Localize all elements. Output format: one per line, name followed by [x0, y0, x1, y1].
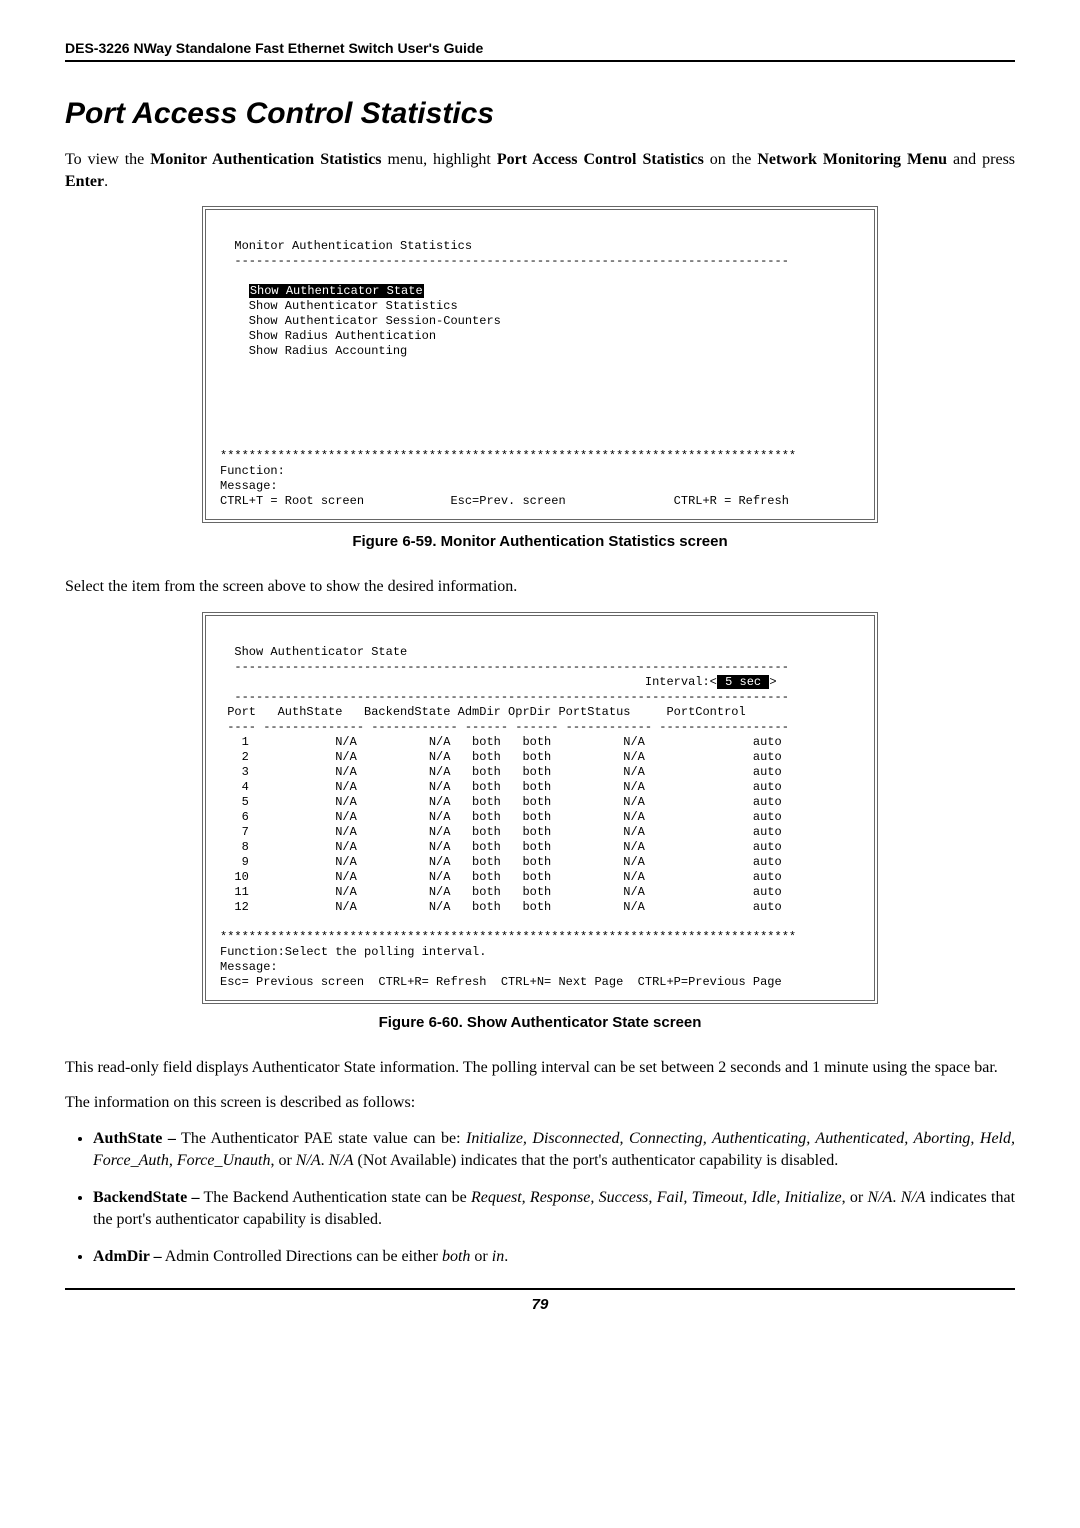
- intro-bold-1: Monitor Authentication Statistics: [150, 151, 381, 168]
- figure-caption-2: Figure 6-60. Show Authenticator State sc…: [65, 1014, 1015, 1031]
- term2-interval: Interval:<: [220, 675, 717, 689]
- term2-row: 2 N/A N/A both both N/A auto: [220, 750, 782, 764]
- term1-title: Monitor Authentication Statistics: [234, 239, 472, 253]
- term1-option: Show Radius Authentication: [220, 329, 436, 343]
- intro-bold-3: Network Monitoring Menu: [757, 151, 947, 168]
- bullet-lead: BackendState –: [93, 1189, 200, 1206]
- term2-row: 4 N/A N/A both both N/A auto: [220, 780, 782, 794]
- bullet-lead: AuthState –: [93, 1130, 176, 1147]
- bullet-text: .: [892, 1189, 900, 1206]
- page-number: 79: [65, 1290, 1015, 1313]
- terminal-screenshot-2: Show Authenticator State ---------------…: [202, 612, 878, 1004]
- term2-title: Show Authenticator State: [220, 645, 407, 659]
- list-item-authstate: AuthState – The Authenticator PAE state …: [93, 1128, 1015, 1173]
- bullet-text: The Authenticator PAE state value can be…: [176, 1130, 466, 1147]
- term2-row: 1 N/A N/A both both N/A auto: [220, 735, 782, 749]
- intro-text: To view the: [65, 151, 150, 168]
- intro-text: .: [104, 173, 108, 190]
- term2-message: Message:: [220, 960, 278, 974]
- section-title: Port Access Control Statistics: [65, 97, 1015, 131]
- bullet-na: N/A: [296, 1152, 321, 1169]
- term1-selected-option: Show Authenticator State: [249, 284, 424, 298]
- list-item-backendstate: BackendState – The Backend Authenticatio…: [93, 1187, 1015, 1232]
- term2-interval-value: 5 sec: [717, 675, 769, 689]
- bullet-text: .: [504, 1248, 508, 1265]
- term2-stars: ****************************************…: [220, 930, 796, 944]
- term2-row: 10 N/A N/A both both N/A auto: [220, 870, 782, 884]
- bullet-na: N/A: [329, 1152, 354, 1169]
- term2-interval: >: [769, 675, 776, 689]
- term1-stars: ****************************************…: [220, 449, 796, 463]
- bullet-text: or: [470, 1248, 491, 1265]
- mid-paragraph: Select the item from the screen above to…: [65, 576, 1015, 598]
- figure-caption-1: Figure 6-59. Monitor Authentication Stat…: [65, 533, 1015, 550]
- bullet-value: in: [492, 1248, 504, 1265]
- bullet-lead: AdmDir –: [93, 1248, 162, 1265]
- term2-nav: Esc= Previous screen CTRL+R= Refresh CTR…: [220, 975, 782, 989]
- list-item-admdir: AdmDir – Admin Controlled Directions can…: [93, 1246, 1015, 1268]
- term2-header: Port AuthState BackendState AdmDir OprDi…: [220, 705, 746, 719]
- header-title: DES-3226 NWay Standalone Fast Ethernet S…: [65, 40, 1015, 62]
- bullet-text: , or: [842, 1189, 868, 1206]
- bullet-text: (Not Available) indicates that the port'…: [354, 1152, 839, 1169]
- term1-rule: ----------------------------------------…: [220, 254, 789, 268]
- intro-bold-4: Enter: [65, 173, 104, 190]
- term2-row: 11 N/A N/A both both N/A auto: [220, 885, 782, 899]
- terminal-screenshot-1: Monitor Authentication Statistics ------…: [202, 206, 878, 523]
- term1-nav: CTRL+T = Root screen Esc=Prev. screen CT…: [220, 494, 789, 508]
- term2-row: 6 N/A N/A both both N/A auto: [220, 810, 782, 824]
- intro-text: menu, highlight: [382, 151, 497, 168]
- term2-row: 7 N/A N/A both both N/A auto: [220, 825, 782, 839]
- bullet-text: Admin Controlled Directions can be eithe…: [162, 1248, 442, 1265]
- bullet-text: The Backend Authentication state can be: [200, 1189, 471, 1206]
- term2-row: 8 N/A N/A both both N/A auto: [220, 840, 782, 854]
- post-paragraph-1: This read-only field displays Authentica…: [65, 1057, 1015, 1079]
- intro-text: on the: [704, 151, 758, 168]
- term2-rule: ---- -------------- ------------ ------ …: [220, 720, 789, 734]
- description-list: AuthState – The Authenticator PAE state …: [65, 1128, 1015, 1268]
- term1-option: Show Authenticator Statistics: [220, 299, 458, 313]
- term2-row: 9 N/A N/A both both N/A auto: [220, 855, 782, 869]
- term1-function: Function:: [220, 464, 285, 478]
- intro-text: and press: [947, 151, 1015, 168]
- term2-row: 3 N/A N/A both both N/A auto: [220, 765, 782, 779]
- bullet-text: .: [321, 1152, 329, 1169]
- term2-rule: ----------------------------------------…: [220, 690, 789, 704]
- bullet-value: both: [442, 1248, 470, 1265]
- bullet-na: N/A: [901, 1189, 926, 1206]
- term2-row: 12 N/A N/A both both N/A auto: [220, 900, 782, 914]
- term2-function: Function:Select the polling interval.: [220, 945, 486, 959]
- term2-row: 5 N/A N/A both both N/A auto: [220, 795, 782, 809]
- term1-option: Show Radius Accounting: [220, 344, 407, 358]
- term2-rule: ----------------------------------------…: [220, 660, 789, 674]
- term1-message: Message:: [220, 479, 278, 493]
- post-paragraph-2: The information on this screen is descri…: [65, 1092, 1015, 1114]
- bullet-values: Request, Response, Success, Fail, Timeou…: [471, 1189, 842, 1206]
- bullet-na: N/A: [868, 1189, 893, 1206]
- bullet-text: , or: [270, 1152, 295, 1169]
- intro-paragraph: To view the Monitor Authentication Stati…: [65, 149, 1015, 192]
- term1-option: Show Authenticator Session-Counters: [220, 314, 501, 328]
- intro-bold-2: Port Access Control Statistics: [497, 151, 704, 168]
